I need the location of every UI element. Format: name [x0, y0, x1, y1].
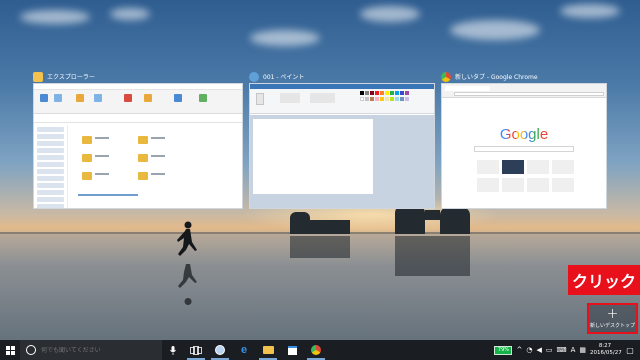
cloud [110, 8, 150, 20]
taskbar-chrome-app[interactable] [304, 340, 328, 360]
window-title: 001 - ペイント [263, 74, 305, 81]
rock-formation [440, 207, 470, 234]
folder-icon [82, 172, 92, 180]
rock-formation [290, 212, 310, 234]
window-title: エクスプローラー [47, 74, 95, 81]
ime-indicator[interactable]: A [571, 346, 576, 354]
window-thumbnail[interactable] [33, 83, 243, 209]
most-visited-tile [552, 160, 574, 174]
ime-options-icon[interactable]: ▦ [579, 346, 586, 354]
cortana-search-box[interactable] [20, 340, 162, 360]
windows-logo-icon [5, 345, 15, 355]
rock-reflection [290, 236, 350, 258]
start-button[interactable] [0, 340, 20, 360]
taskbar: e 79% ^ ◔ ◀ ▭ ⌨ A ▦ 8:27 2016/05/27 ▢ [0, 340, 640, 360]
taskbar-store-app[interactable] [280, 340, 304, 360]
task-view-window-explorer[interactable]: エクスプローラー [33, 70, 243, 209]
explorer-nav-pane [34, 125, 68, 208]
paint-icon [249, 71, 259, 82]
runner-silhouette [177, 221, 197, 305]
show-hidden-icons-chevron-icon[interactable]: ^ [516, 346, 522, 354]
new-desktop-label: 新しいデスクトップ [589, 323, 635, 329]
explorer-ribbon [34, 84, 242, 114]
window-thumbnail[interactable]: Google [441, 83, 607, 209]
rock-formation [395, 205, 425, 234]
folder-icon [138, 154, 148, 162]
window-thumbnail[interactable] [249, 83, 435, 209]
system-tray: 79% ^ ◔ ◀ ▭ ⌨ A ▦ 8:27 2016/05/27 ▢ [494, 340, 640, 360]
cloud [450, 20, 540, 40]
microphone-icon[interactable] [162, 340, 184, 360]
task-view-window-chrome[interactable]: 新しいタブ - Google Chrome Google [441, 70, 607, 209]
rock-reflection [395, 236, 470, 276]
new-desktop-button[interactable]: + 新しいデスクトップ [587, 303, 638, 334]
click-annotation-label: クリック [568, 265, 640, 295]
keyboard-icon[interactable]: ⌨ [556, 346, 566, 354]
explorer-address-bar [34, 114, 242, 123]
most-visited-tile [527, 178, 549, 192]
clock-date: 2016/05/27 [590, 350, 622, 356]
window-title-bar: 001 - ペイント [249, 70, 435, 83]
network-icon[interactable]: ◔ [526, 346, 532, 354]
paint-canvas-area [250, 115, 434, 208]
most-visited-tile [527, 160, 549, 174]
cloud [360, 6, 420, 22]
most-visited-tile [477, 160, 499, 174]
folder-icon [138, 136, 148, 144]
clock-time: 8:27 [598, 343, 612, 349]
battery-indicator[interactable]: 79% [494, 345, 513, 355]
task-view-icon [190, 345, 202, 355]
taskbar-paint-app[interactable] [208, 340, 232, 360]
cloud [250, 30, 320, 46]
search-input[interactable] [41, 346, 151, 354]
google-search-box [474, 146, 574, 152]
task-view-button[interactable] [184, 340, 208, 360]
most-visited-tile [502, 160, 524, 174]
chrome-icon [311, 345, 321, 355]
task-view-window-paint[interactable]: 001 - ペイント [249, 70, 435, 209]
folder-icon [33, 71, 43, 82]
edge-icon: e [240, 344, 248, 356]
paint-icon [215, 345, 225, 355]
notifications-icon[interactable]: ▢ [624, 346, 636, 355]
rock-arch [425, 210, 440, 220]
paint-ribbon [250, 84, 434, 114]
cortana-icon [26, 345, 36, 355]
window-title-bar: エクスプローラー [33, 70, 243, 83]
most-visited-tile [502, 178, 524, 192]
store-icon [287, 345, 297, 355]
rock-formation [310, 220, 350, 234]
volume-icon[interactable]: ◀ [536, 346, 541, 354]
chrome-icon [441, 71, 451, 82]
paint-canvas [253, 119, 373, 194]
file-explorer-icon [262, 346, 274, 354]
cloud [560, 4, 620, 18]
window-title-bar: 新しいタブ - Google Chrome [441, 70, 607, 83]
folder-icon [82, 154, 92, 162]
google-logo: Google [499, 126, 549, 143]
action-center-message-icon[interactable]: ▭ [546, 346, 553, 354]
folder-icon [138, 172, 148, 180]
clock[interactable]: 8:27 2016/05/27 [590, 343, 622, 357]
chrome-toolbar [442, 84, 606, 98]
most-visited-tile [552, 178, 574, 192]
most-visited-tile [477, 178, 499, 192]
window-title: 新しいタブ - Google Chrome [455, 74, 538, 81]
cloud [20, 10, 90, 24]
plus-icon: + [606, 306, 619, 322]
folder-icon [82, 136, 92, 144]
taskbar-edge-app[interactable]: e [232, 340, 256, 360]
taskbar-file-explorer-app[interactable] [256, 340, 280, 360]
